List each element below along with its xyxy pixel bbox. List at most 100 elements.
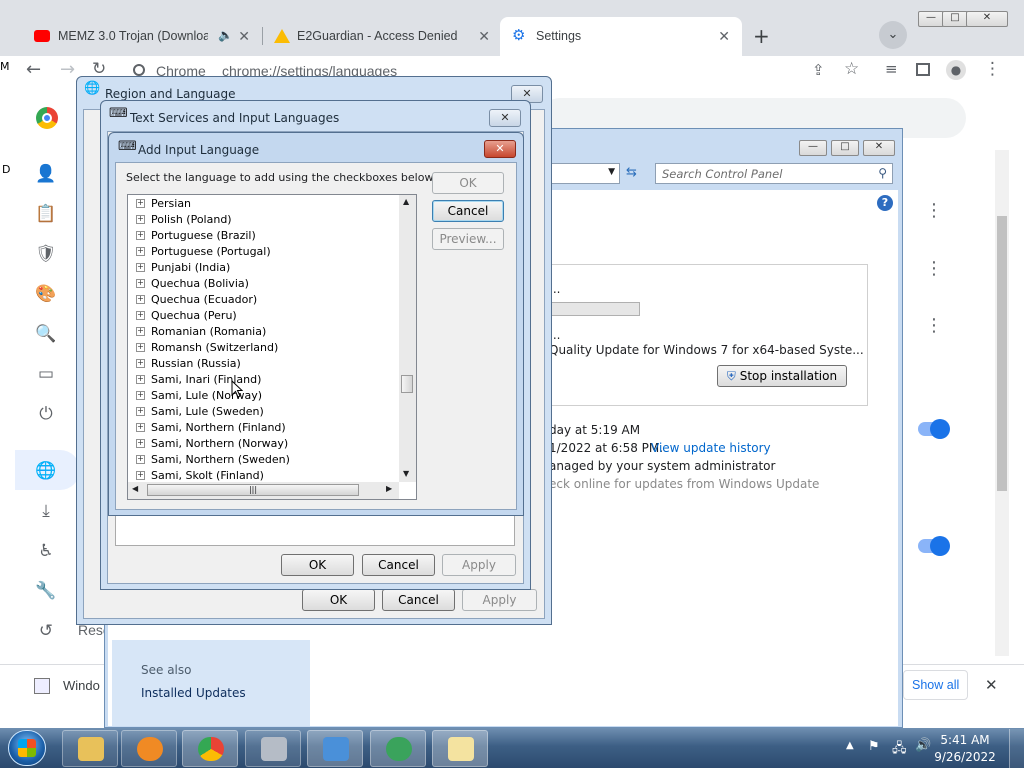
taskbar-control-panel[interactable]	[307, 730, 363, 767]
ok-button[interactable]: OK	[302, 589, 375, 611]
minimize-button[interactable]: —	[799, 140, 827, 156]
search-icon[interactable]: 🔍	[35, 323, 57, 345]
language-tree-item[interactable]: + Sami, Northern (Finland)	[136, 420, 286, 436]
power-icon[interactable]: ⏻	[35, 403, 57, 425]
close-dialog-button[interactable]: ✕	[489, 109, 521, 127]
language-tree-item[interactable]: + Sami, Northern (Norway)	[136, 436, 288, 452]
taskbar-text-services[interactable]	[432, 730, 488, 767]
expand-plus-icon[interactable]: +	[136, 454, 145, 464]
action-center-icon[interactable]: ⚑	[868, 739, 880, 754]
view-update-history-link[interactable]: View update history	[651, 441, 771, 455]
download-icon[interactable]: ⤓	[35, 500, 57, 522]
settings-scrollbar[interactable]	[995, 150, 1009, 656]
control-panel-search-input[interactable]: Search Control Panel ⚲	[655, 163, 893, 184]
minimize-button[interactable]: —	[918, 11, 944, 27]
volume-icon[interactable]: 🔊	[915, 738, 931, 753]
expand-plus-icon[interactable]: +	[136, 342, 145, 352]
stop-installation-button[interactable]: ⛨ Stop installation	[717, 365, 847, 387]
clipboard-icon[interactable]: 📋	[35, 203, 57, 225]
expand-plus-icon[interactable]: +	[136, 310, 145, 320]
more-options-icon[interactable]: ⋮	[925, 200, 943, 221]
scroll-thumb[interactable]	[401, 375, 413, 393]
cancel-button[interactable]: Cancel	[432, 200, 504, 222]
expand-plus-icon[interactable]: +	[136, 358, 145, 368]
side-panel-icon[interactable]	[916, 63, 930, 76]
language-tree-item[interactable]: + Sami, Lule (Norway)	[136, 388, 262, 404]
taskbar-clock[interactable]: 5:41 AM 9/26/2022	[930, 732, 1000, 766]
close-window-button[interactable]: ✕	[966, 11, 1008, 27]
taskbar-app[interactable]	[245, 730, 301, 767]
preview-button[interactable]: Preview...	[432, 228, 504, 250]
scroll-thumb[interactable]: |||	[147, 484, 359, 496]
taskbar-explorer[interactable]	[62, 730, 118, 767]
download-item-label[interactable]: Windo	[63, 678, 100, 693]
close-tab-icon[interactable]: ✕	[478, 28, 490, 45]
share-icon[interactable]: ⇪	[812, 61, 825, 79]
globe-icon[interactable]: 🌐	[35, 460, 57, 482]
maximize-button[interactable]: □	[831, 140, 859, 156]
language-tree-item[interactable]: + Romanian (Romania)	[136, 324, 266, 340]
scroll-up-icon[interactable]: ▲	[403, 197, 409, 206]
bookmark-star-icon[interactable]: ☆	[844, 59, 859, 79]
language-tree-item[interactable]: + Portuguese (Brazil)	[136, 228, 256, 244]
expand-plus-icon[interactable]: +	[136, 278, 145, 288]
menu-kebab-icon[interactable]: ⋮	[984, 59, 1001, 79]
cancel-button[interactable]: Cancel	[382, 589, 455, 611]
close-tab-icon[interactable]: ✕	[238, 28, 250, 45]
language-tree-item[interactable]: + Sami, Lule (Sweden)	[136, 404, 264, 420]
expand-plus-icon[interactable]: +	[136, 294, 145, 304]
language-tree-item[interactable]: + Russian (Russia)	[136, 356, 241, 372]
tray-expand-icon[interactable]: ▲	[846, 740, 854, 751]
taskbar-chrome[interactable]	[182, 730, 238, 767]
start-button[interactable]	[8, 730, 46, 766]
installed-updates-link[interactable]: Installed Updates	[141, 686, 246, 700]
shield-icon[interactable]: 🛡	[35, 243, 57, 265]
language-tree-item[interactable]: + Romansh (Switzerland)	[136, 340, 278, 356]
language-list-vscrollbar[interactable]: ▲ ▼	[399, 195, 416, 482]
expand-plus-icon[interactable]: +	[136, 246, 145, 256]
expand-plus-icon[interactable]: +	[136, 470, 145, 480]
expand-plus-icon[interactable]: +	[136, 230, 145, 240]
cancel-button[interactable]: Cancel	[362, 554, 435, 576]
language-tree-item[interactable]: + Persian	[136, 196, 191, 212]
expand-plus-icon[interactable]: +	[136, 406, 145, 416]
person-icon[interactable]: 👤	[35, 163, 57, 185]
back-icon[interactable]: ←	[26, 59, 41, 80]
language-tree-item[interactable]: + Sami, Northern (Sweden)	[136, 452, 290, 468]
ok-button[interactable]: OK	[281, 554, 354, 576]
tab-settings[interactable]: ⚙ Settings ✕	[500, 17, 742, 56]
reading-list-icon[interactable]: ≡	[885, 60, 898, 78]
apply-button[interactable]: Apply	[462, 589, 537, 611]
language-tree[interactable]: + Persian + Polish (Poland) + Portuguese (Bra…	[127, 194, 417, 500]
show-desktop-button[interactable]	[1009, 729, 1024, 768]
language-tree-item[interactable]: + Quechua (Ecuador)	[136, 292, 257, 308]
history-reset-icon[interactable]: ↺	[35, 620, 57, 642]
show-all-button[interactable]: Show all	[903, 670, 968, 700]
taskbar-region-language[interactable]	[370, 730, 426, 767]
browser-window-icon[interactable]: ▭	[35, 363, 57, 385]
palette-icon[interactable]: 🎨	[35, 283, 57, 305]
scroll-left-icon[interactable]: ◀	[132, 484, 138, 493]
language-tree-item[interactable]: + Quechua (Bolivia)	[136, 276, 249, 292]
scroll-down-icon[interactable]: ▼	[403, 469, 409, 478]
ok-button[interactable]: OK	[432, 172, 504, 194]
expand-plus-icon[interactable]: +	[136, 214, 145, 224]
expand-plus-icon[interactable]: +	[136, 326, 145, 336]
language-tree-item[interactable]: + Portuguese (Portugal)	[136, 244, 271, 260]
tab-memz[interactable]: MEMZ 3.0 Trojan (Download 🔈 ✕	[20, 17, 260, 56]
language-tree-item[interactable]: + Punjabi (India)	[136, 260, 230, 276]
more-options-icon[interactable]: ⋮	[925, 315, 943, 336]
close-dialog-button[interactable]: ✕	[484, 140, 516, 158]
network-icon[interactable]: 🖧	[892, 739, 907, 761]
more-options-icon[interactable]: ⋮	[925, 258, 943, 279]
taskbar-media-player[interactable]	[121, 730, 177, 767]
language-tree-item[interactable]: + Polish (Poland)	[136, 212, 232, 228]
scroll-right-icon[interactable]: ▶	[386, 484, 392, 493]
tab-search-icon[interactable]: ⌄	[879, 21, 907, 49]
language-list-hscrollbar[interactable]: ◀ ||| ▶	[128, 482, 399, 499]
new-tab-icon[interactable]: +	[753, 24, 770, 48]
language-toggle[interactable]	[918, 419, 950, 439]
expand-plus-icon[interactable]: +	[136, 422, 145, 432]
refresh-icon[interactable]: ⇆	[626, 165, 637, 180]
maximize-button[interactable]: □	[942, 11, 968, 27]
